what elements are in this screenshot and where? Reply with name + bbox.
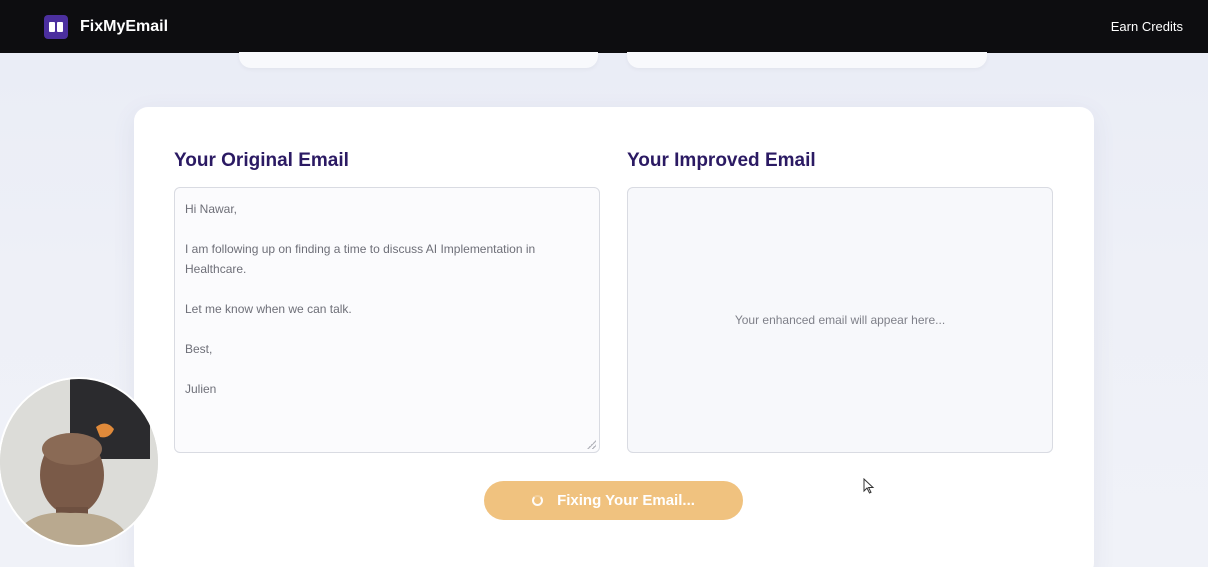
fix-email-button-label: Fixing Your Email... [557,492,695,509]
brand[interactable]: FixMyEmail [44,14,169,39]
improved-email-placeholder: Your enhanced email will appear here... [734,313,946,327]
email-line: Julien [185,382,217,396]
book-icon [44,14,68,39]
mouse-pointer-icon [863,478,875,494]
top-navbar: FixMyEmail Earn Credits [0,0,1208,53]
webcam-overlay [0,377,160,547]
improved-email-output: Your enhanced email will appear here... [627,187,1053,453]
earn-credits-link[interactable]: Earn Credits [1111,19,1183,34]
original-email-title: Your Original Email [174,150,349,171]
webcam-person-image [0,379,158,545]
email-line: Let me know when we can talk. [185,302,352,316]
brand-name: FixMyEmail [80,17,169,35]
feature-card [239,52,598,68]
email-line: Healthcare. [185,262,247,276]
feature-card [627,52,987,68]
original-email-textarea[interactable]: Hi Nawar, I am following up on finding a… [174,187,600,453]
improved-email-title: Your Improved Email [627,150,816,171]
fix-email-button[interactable]: Fixing Your Email... [484,481,743,520]
email-line: Hi Nawar, [185,202,238,216]
resize-handle[interactable] [587,440,596,449]
email-line: Best, [185,342,213,356]
spinner-icon [532,495,544,506]
email-line: I am following up on finding a time to d… [185,242,536,256]
